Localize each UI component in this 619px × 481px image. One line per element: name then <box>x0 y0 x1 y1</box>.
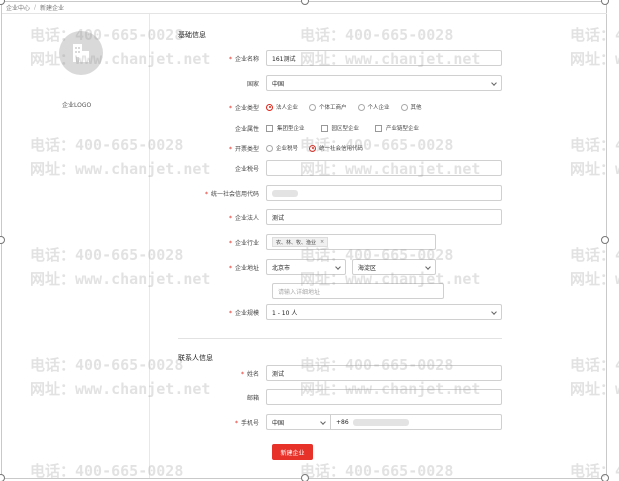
invoice-type-label: * 开票类型 <box>228 145 259 153</box>
radio-icon <box>266 144 273 152</box>
resize-handle-bottom-center[interactable] <box>301 474 309 481</box>
country-select[interactable]: 中国 <box>266 75 502 91</box>
create-company-button[interactable]: 新建企业 <box>272 444 313 460</box>
industry-select[interactable]: 农、林、牧、渔业 × <box>266 234 436 250</box>
basic-info-title: 基础信息 <box>178 31 206 39</box>
phone-prefix: +86 <box>336 418 349 426</box>
breadcrumb-new-company: 新建企业 <box>40 5 65 12</box>
required-mark: * <box>228 214 232 222</box>
attr-group-checkbox[interactable]: 集团型企业 <box>266 124 305 132</box>
tax-no-input[interactable] <box>266 160 502 176</box>
logo-label: 企业LOGO <box>62 102 92 109</box>
company-type-label: * 企业类型 <box>228 104 259 112</box>
required-mark: * <box>228 264 232 272</box>
company-type-option-legal[interactable]: 法人企业 <box>266 103 298 111</box>
tax-no-label: 企业税号 <box>234 165 259 173</box>
industry-tag: 农、林、牧、渔业 × <box>272 237 329 247</box>
resize-handle-middle-right[interactable] <box>601 236 609 244</box>
checkbox-icon <box>266 124 273 132</box>
email-label: 邮箱 <box>246 394 259 402</box>
redacted-value <box>352 418 409 426</box>
legal-person-input[interactable]: 测试 <box>266 209 502 225</box>
tag-close-icon[interactable]: × <box>320 239 324 245</box>
district-select[interactable]: 海淀区 <box>352 259 436 275</box>
checkbox-icon <box>375 124 383 132</box>
scale-label: * 企业规模 <box>228 309 259 317</box>
company-name-label: * 企业名称 <box>228 55 259 63</box>
phone-input[interactable]: +86 <box>330 414 502 430</box>
breadcrumb-company-center[interactable]: 企业中心 <box>6 3 30 12</box>
address-detail-input[interactable]: 请输入详细地址 <box>272 283 444 299</box>
required-mark: * <box>234 419 238 427</box>
company-type-option-personal[interactable]: 个人企业 <box>357 103 390 111</box>
credit-code-row: * 统一社会信用代码 <box>160 185 502 201</box>
required-mark: * <box>228 104 232 112</box>
tax-no-row: 企业税号 <box>160 160 502 176</box>
industry-label: * 企业行业 <box>228 239 259 247</box>
company-attr-row: 企业属性 集团型企业 园区型企业 产业链型企业 <box>160 120 430 136</box>
attr-chain-checkbox[interactable]: 产业链型企业 <box>375 124 419 132</box>
required-mark: * <box>228 239 232 247</box>
company-logo-upload[interactable] <box>59 31 103 75</box>
legal-person-label: * 企业法人 <box>228 214 259 222</box>
building-icon <box>73 44 89 62</box>
industry-row: * 企业行业 农、林、牧、渔业 × <box>160 234 436 250</box>
required-mark: * <box>228 309 232 317</box>
invoice-type-option-credit-code[interactable]: 统一社会信用代码 <box>309 144 363 152</box>
invoice-type-row: * 开票类型 企业税号 统一社会信用代码 <box>160 140 374 156</box>
contact-info-title: 联系人信息 <box>178 354 213 362</box>
radio-checked-icon <box>309 144 317 152</box>
required-mark: * <box>228 55 232 63</box>
contact-name-input[interactable]: 测试 <box>266 365 502 381</box>
breadcrumb-separator: / <box>34 4 37 11</box>
required-mark: * <box>240 370 244 378</box>
address-row: * 企业地址 北京市 海淀区 <box>160 259 436 275</box>
attr-park-checkbox[interactable]: 园区型企业 <box>320 124 359 132</box>
address-label: * 企业地址 <box>228 264 259 272</box>
section-divider <box>178 338 502 339</box>
credit-code-label: * 统一社会信用代码 <box>204 190 259 198</box>
radio-icon <box>400 103 408 111</box>
credit-code-input[interactable] <box>266 185 502 201</box>
company-type-option-individual-business[interactable]: 个体工商户 <box>309 103 347 111</box>
breadcrumb: 企业中心 / 新建企业 <box>6 2 64 13</box>
country-label: 国家 <box>246 80 259 88</box>
email-input[interactable] <box>266 389 502 405</box>
country-row: 国家 中国 <box>160 75 502 91</box>
email-row: 邮箱 <box>160 389 502 405</box>
required-mark: * <box>204 190 208 198</box>
checkbox-icon <box>320 124 328 132</box>
company-name-input[interactable]: 161测试 <box>266 50 502 66</box>
address-detail-row: 请输入详细地址 <box>272 283 444 299</box>
phone-label: * 手机号 <box>234 419 259 427</box>
scale-row: * 企业规模 1 - 10 人 <box>160 304 502 320</box>
legal-person-row: * 企业法人 测试 <box>160 209 502 225</box>
radio-icon <box>357 103 365 111</box>
contact-name-row: * 姓名 测试 <box>160 365 502 381</box>
resize-handle-bottom-right[interactable] <box>601 474 609 481</box>
contact-name-label: * 姓名 <box>240 370 259 378</box>
phone-country-select[interactable]: 中国 <box>266 414 330 430</box>
redacted-value <box>272 189 298 197</box>
company-attr-label: 企业属性 <box>234 125 259 133</box>
radio-icon <box>309 103 317 111</box>
required-mark: * <box>228 145 232 153</box>
company-type-option-other[interactable]: 其他 <box>400 103 422 111</box>
company-type-row: * 企业类型 法人企业 个体工商户 个人企业 其他 <box>160 99 433 115</box>
radio-checked-icon <box>266 103 273 111</box>
company-name-row: * 企业名称 161测试 <box>160 50 502 66</box>
scale-select[interactable]: 1 - 10 人 <box>266 304 502 320</box>
invoice-type-option-tax-no[interactable]: 企业税号 <box>266 144 298 152</box>
city-select[interactable]: 北京市 <box>266 259 346 275</box>
resize-handle-top-right[interactable] <box>601 0 609 5</box>
logo-panel: 企业LOGO <box>2 14 150 478</box>
phone-row: * 手机号 中国 +86 <box>160 414 502 430</box>
